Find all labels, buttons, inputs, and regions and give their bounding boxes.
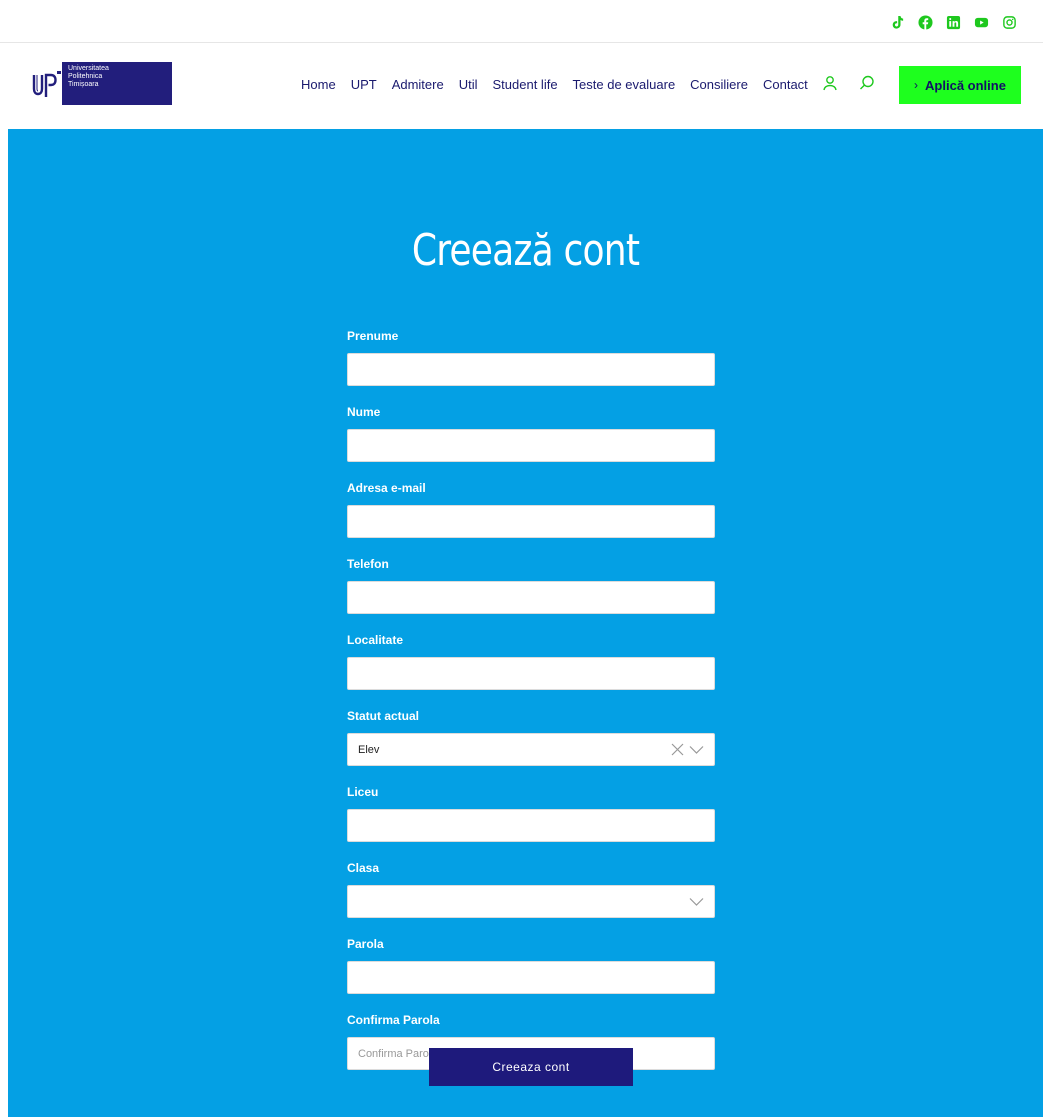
last-name-field-wrap	[347, 429, 715, 462]
apply-online-label: Aplică online	[925, 77, 1006, 93]
last-name-input[interactable]	[358, 430, 714, 461]
chevron-down-icon[interactable]	[689, 894, 704, 909]
first-name-field-wrap	[347, 353, 715, 386]
nav-item-upt[interactable]: UPT	[351, 77, 377, 92]
logo-mark	[32, 62, 62, 105]
last-name-label: Nume	[347, 405, 381, 419]
nav-item-consiliere[interactable]: Consiliere	[690, 77, 748, 92]
page-title: Creează cont	[411, 225, 640, 276]
email-field-wrap	[347, 505, 715, 538]
tiktok-icon[interactable]	[883, 13, 911, 31]
instagram-icon[interactable]	[995, 13, 1023, 31]
logo-line-3: Timișoara	[68, 81, 99, 88]
nav-item-util[interactable]: Util	[459, 77, 478, 92]
city-label: Localitate	[347, 633, 404, 647]
site-logo[interactable]: Universitatea Politehnica Timișoara	[32, 62, 172, 105]
apply-online-button[interactable]: › Aplică online	[899, 66, 1021, 104]
class-select[interactable]	[347, 885, 715, 918]
confirm-password-label: Confirma Parola	[347, 1013, 440, 1027]
first-name-input[interactable]	[358, 354, 714, 385]
linkedin-icon[interactable]	[939, 13, 967, 31]
logo-text-box: Universitatea Politehnica Timișoara	[62, 62, 172, 105]
chevron-down-icon[interactable]	[689, 742, 704, 757]
email-input[interactable]	[358, 506, 714, 537]
facebook-icon[interactable]	[911, 13, 939, 31]
status-select[interactable]: Elev	[347, 733, 715, 766]
status-select-icons	[670, 742, 704, 757]
user-icon[interactable]	[821, 74, 839, 92]
city-field-wrap	[347, 657, 715, 690]
main-nav: Home UPT Admitere Util Student life Test…	[301, 77, 823, 92]
phone-field-wrap	[347, 581, 715, 614]
nav-item-home[interactable]: Home	[301, 77, 336, 92]
school-input[interactable]	[358, 810, 714, 841]
class-select-icons	[689, 894, 704, 909]
youtube-icon[interactable]	[967, 13, 995, 31]
nav-item-contact[interactable]: Contact	[763, 77, 808, 92]
class-label: Clasa	[347, 861, 380, 875]
status-label: Statut actual	[347, 709, 420, 723]
social-icons	[883, 13, 1023, 31]
school-field-wrap	[347, 809, 715, 842]
up-logo-icon	[32, 70, 61, 97]
site-header: Universitatea Politehnica Timișoara Home…	[0, 44, 1043, 129]
phone-label: Telefon	[347, 557, 389, 571]
search-icon[interactable]	[858, 74, 876, 92]
register-section: Creează cont Prenume Nume Adresa e-mail …	[8, 129, 1043, 1117]
password-input[interactable]	[358, 962, 714, 993]
first-name-label: Prenume	[347, 329, 399, 343]
nav-item-student-life[interactable]: Student life	[493, 77, 558, 92]
register-form: Prenume Nume Adresa e-mail Telefon Local…	[347, 328, 715, 1088]
phone-input[interactable]	[358, 582, 714, 613]
nav-item-admitere[interactable]: Admitere	[392, 77, 444, 92]
logo-line-1: Universitatea	[68, 65, 109, 72]
chevron-right-icon: ›	[914, 78, 919, 92]
create-account-button[interactable]: Creeaza cont	[429, 1048, 633, 1086]
logo-line-2: Politehnica	[68, 73, 103, 80]
email-label: Adresa e-mail	[347, 481, 426, 495]
social-bar	[0, 0, 1043, 43]
password-field-wrap	[347, 961, 715, 994]
school-label: Liceu	[347, 785, 379, 799]
clear-icon[interactable]	[670, 742, 685, 757]
status-selected-value: Elev	[358, 743, 380, 756]
password-label: Parola	[347, 937, 384, 951]
city-input[interactable]	[358, 658, 714, 689]
nav-item-teste-de-evaluare[interactable]: Teste de evaluare	[573, 77, 676, 92]
